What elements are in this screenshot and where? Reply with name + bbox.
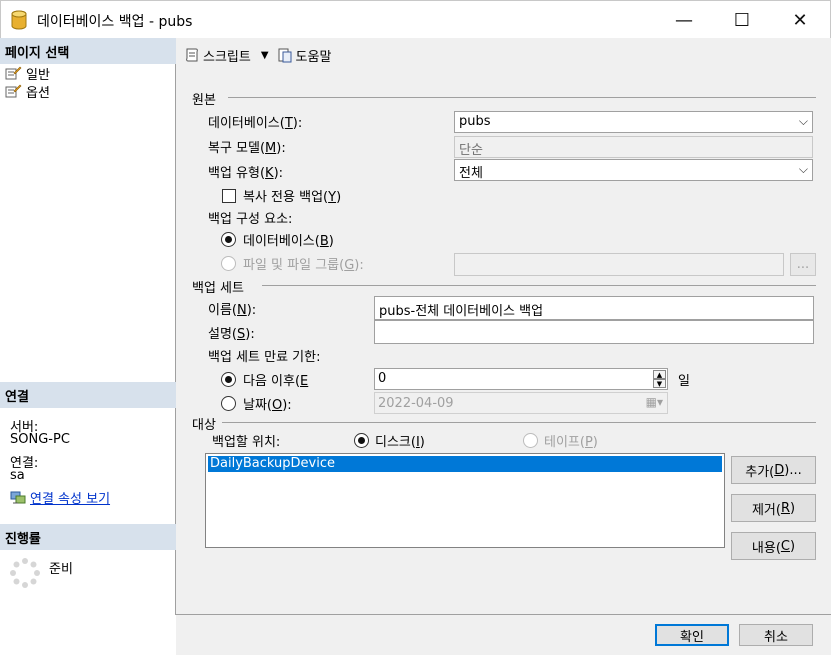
view-connection-properties-link[interactable]: 연결 속성 보기 bbox=[30, 488, 110, 507]
maximize-icon: ☐ bbox=[733, 9, 751, 31]
copy-only-checkbox[interactable] bbox=[222, 188, 236, 203]
destination-divider bbox=[222, 422, 816, 423]
close-button[interactable]: ✕ bbox=[777, 1, 823, 39]
expire-label: 백업 세트 만료 기한: bbox=[208, 350, 321, 365]
stepper-down-icon[interactable]: ▼ bbox=[653, 379, 666, 388]
expire-date-value: 2022-04-09 bbox=[378, 396, 454, 411]
files-field bbox=[454, 253, 784, 276]
server-value: SONG-PC bbox=[10, 432, 70, 447]
stepper-up-icon[interactable]: ▲ bbox=[653, 370, 666, 379]
help-button[interactable]: 도움말 bbox=[277, 46, 332, 65]
progress-header: 진행률 bbox=[0, 524, 176, 550]
expire-on-radio[interactable] bbox=[221, 396, 236, 411]
tape-label: 테이프(P) bbox=[544, 435, 598, 450]
left-pane: 페이지 선택 일반 옵션 연결 서버: SONG-PC 연결: sa 연결 속성… bbox=[0, 38, 176, 615]
page-icon bbox=[5, 84, 22, 98]
list-item[interactable]: DailyBackupDevice bbox=[208, 456, 722, 472]
database-value: pubs bbox=[459, 114, 491, 129]
connection-properties-row[interactable]: 연결 속성 보기 bbox=[10, 488, 110, 507]
copy-only-option[interactable]: 복사 전용 백업(Y) bbox=[222, 186, 341, 205]
component-database-radio[interactable] bbox=[221, 232, 236, 247]
help-icon bbox=[278, 48, 292, 63]
cancel-button[interactable]: 취소 bbox=[739, 624, 813, 646]
component-files-option[interactable]: 파일 및 파일 그룹(G): bbox=[221, 254, 364, 273]
expire-days-value: 0 bbox=[378, 371, 387, 386]
source-divider bbox=[228, 97, 816, 98]
ok-button[interactable]: 확인 bbox=[655, 624, 729, 646]
script-icon bbox=[186, 48, 198, 62]
calendar-icon: ▦▾ bbox=[645, 395, 663, 409]
recovery-model-field: 단순 bbox=[454, 136, 813, 158]
expire-after-option[interactable]: 다음 이후(E bbox=[221, 370, 308, 389]
page-icon bbox=[5, 66, 22, 80]
chevron-down-icon: ⌵ bbox=[798, 162, 808, 176]
maximize-button[interactable]: ☐ bbox=[719, 1, 765, 39]
database-select[interactable]: pubs ⌵ bbox=[454, 111, 813, 133]
close-icon: ✕ bbox=[792, 9, 808, 31]
expire-days-unit: 일 bbox=[678, 374, 690, 389]
remove-button[interactable]: 제거(R) bbox=[731, 494, 816, 522]
backup-set-section-title: 백업 세트 bbox=[192, 281, 244, 296]
expire-on-label: 날짜(O): bbox=[243, 398, 292, 413]
nav-item-general[interactable]: 일반 bbox=[5, 64, 50, 83]
disk-radio[interactable] bbox=[354, 433, 369, 448]
expire-date-picker[interactable]: 2022-04-09 ▦▾ bbox=[374, 392, 668, 414]
page-select-header: 페이지 선택 bbox=[0, 38, 176, 64]
backup-type-value: 전체 bbox=[459, 166, 483, 181]
destination-list[interactable]: DailyBackupDevice bbox=[205, 453, 725, 548]
description-label: 설명(S): bbox=[208, 327, 255, 342]
expire-after-label: 다음 이후(E bbox=[243, 374, 309, 389]
add-button[interactable]: 추가(D)... bbox=[731, 456, 816, 484]
database-label: 데이터베이스(T): bbox=[208, 116, 303, 131]
tape-option[interactable]: 테이프(P) bbox=[523, 431, 598, 450]
help-label: 도움말 bbox=[295, 49, 332, 65]
chevron-down-icon: ⌵ bbox=[798, 114, 808, 128]
nav-item-options[interactable]: 옵션 bbox=[5, 82, 50, 101]
recovery-model-label: 복구 모델(M): bbox=[208, 141, 286, 156]
source-section-title: 원본 bbox=[192, 93, 216, 108]
toolbar: 스크립트 ▼ 도움말 bbox=[176, 38, 831, 72]
disk-option[interactable]: 디스크(I) bbox=[354, 431, 425, 450]
disk-label: 디스크(I) bbox=[375, 435, 425, 450]
backup-type-select[interactable]: 전체 ⌵ bbox=[454, 159, 813, 181]
database-icon bbox=[11, 10, 27, 30]
description-input[interactable] bbox=[374, 320, 814, 344]
component-files-label: 파일 및 파일 그룹(G): bbox=[243, 258, 364, 273]
expire-after-radio[interactable] bbox=[221, 372, 236, 387]
component-database-label: 데이터베이스(B) bbox=[243, 234, 334, 249]
files-browse-button[interactable]: ... bbox=[790, 253, 816, 276]
connection-properties-icon bbox=[10, 491, 26, 503]
chevron-down-icon[interactable]: ▼ bbox=[261, 50, 269, 61]
nav-label-options: 옵션 bbox=[26, 85, 50, 101]
expire-on-option[interactable]: 날짜(O): bbox=[221, 394, 292, 413]
expire-days-stepper[interactable]: 0 ▲ ▼ bbox=[374, 368, 668, 390]
tape-radio[interactable] bbox=[523, 433, 538, 448]
connection-value: sa bbox=[10, 468, 25, 483]
copy-only-label: 복사 전용 백업(Y) bbox=[243, 190, 342, 205]
connection-header: 연결 bbox=[0, 382, 176, 408]
progress-status: 준비 bbox=[49, 562, 73, 577]
contents-button[interactable]: 내용(C) bbox=[731, 532, 816, 560]
component-database-option[interactable]: 데이터베이스(B) bbox=[221, 230, 334, 249]
backup-set-divider bbox=[262, 285, 816, 286]
backup-name-input[interactable]: pubs-전체 데이터베이스 백업 bbox=[374, 296, 814, 320]
component-files-radio[interactable] bbox=[221, 256, 236, 271]
footer bbox=[176, 614, 831, 655]
backup-component-label: 백업 구성 요소: bbox=[208, 212, 293, 227]
minimize-button[interactable]: — bbox=[661, 1, 707, 39]
script-label: 스크립트 bbox=[203, 49, 251, 65]
nav-label-general: 일반 bbox=[26, 67, 50, 83]
title-bar[interactable]: 데이터베이스 백업 - pubs — ☐ ✕ bbox=[0, 0, 831, 38]
script-button[interactable]: 스크립트 ▼ bbox=[184, 46, 269, 65]
backup-name-label: 이름(N): bbox=[208, 303, 257, 318]
window-title: 데이터베이스 백업 - pubs bbox=[37, 14, 193, 30]
spinner-icon bbox=[10, 558, 40, 588]
minimize-icon: — bbox=[675, 9, 693, 31]
backup-to-label: 백업할 위치: bbox=[212, 435, 281, 450]
backup-type-label: 백업 유형(K): bbox=[208, 166, 284, 181]
